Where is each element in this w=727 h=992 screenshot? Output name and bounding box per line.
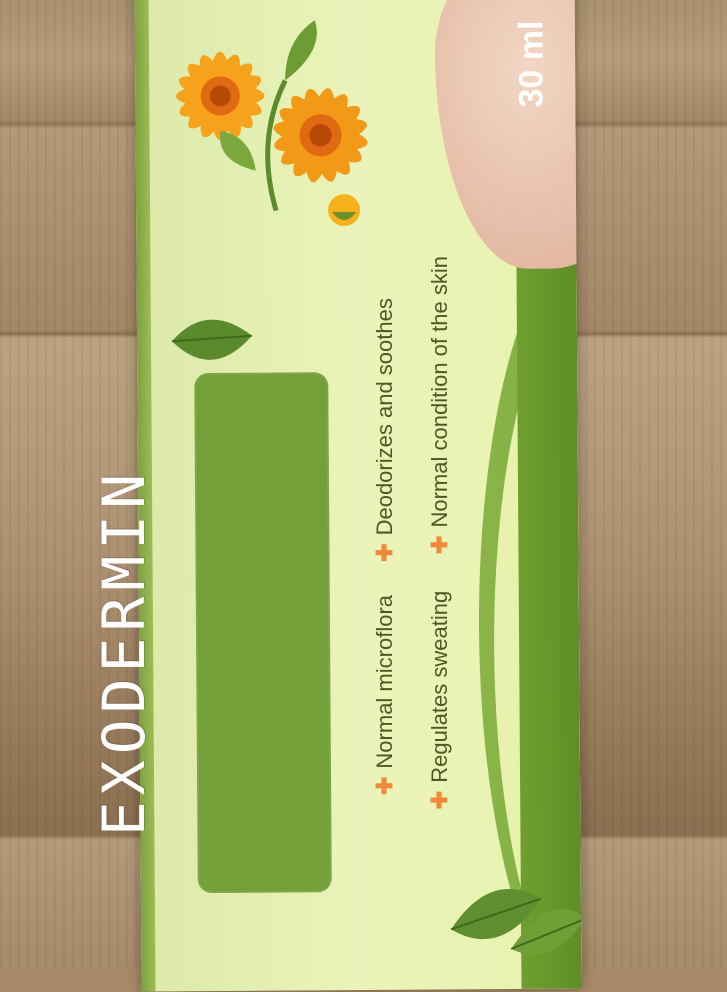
birch-leaf-icon	[450, 889, 582, 955]
plus-icon: ✚	[372, 776, 397, 796]
benefit-text: Normal condition of the skin	[427, 256, 452, 528]
benefit-item: ✚ Deodorizes and soothes	[372, 298, 398, 562]
benefit-item: ✚ Normal condition of the skin	[427, 256, 453, 554]
benefit-text: Deodorizes and soothes	[372, 298, 397, 536]
benefit-text: Regulates sweating	[427, 590, 452, 783]
benefit-text: Normal microflora	[372, 594, 397, 769]
product-box	[134, 0, 582, 992]
calendula-leaves-icon	[220, 20, 317, 212]
benefit-item: ✚ Regulates sweating	[427, 591, 453, 809]
volume-label: 30 ml	[512, 20, 551, 108]
brand-name: EXODERMIN	[90, 467, 158, 837]
plus-icon: ✚	[427, 790, 452, 810]
benefit-item: ✚ Normal microflora	[372, 595, 398, 795]
plus-icon: ✚	[427, 535, 452, 554]
birch-leaf-icon	[171, 319, 253, 360]
plus-icon: ✚	[372, 543, 397, 562]
brand-panel	[194, 372, 332, 894]
foot-illustration	[434, 0, 582, 270]
